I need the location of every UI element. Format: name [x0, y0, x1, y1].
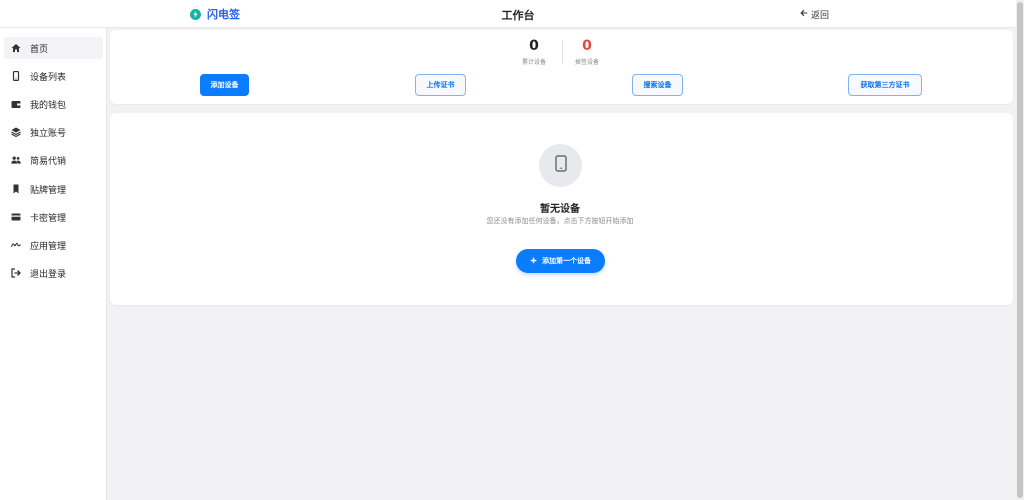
sidebar-item-label: 首页 — [30, 44, 49, 55]
add-first-device-label: 添加第一个设备 — [542, 257, 591, 265]
page-title: 工作台 — [501, 9, 535, 22]
home-icon — [11, 43, 21, 53]
sidebar-item-label: 贴牌管理 — [30, 185, 67, 196]
layers-icon — [11, 127, 21, 137]
add-first-device-button[interactable]: 添加第一个设备 — [516, 249, 605, 273]
search-device-button[interactable]: 搜索设备 — [632, 74, 683, 96]
arrow-left-icon — [800, 9, 808, 20]
empty-state-description: 您还没有添加任何设备，点击下方按钮开始添加 — [486, 217, 634, 225]
phone-icon — [11, 71, 21, 81]
total-devices-count: 0 — [529, 38, 539, 54]
sidebar-item-label: 简易代销 — [30, 156, 67, 167]
top-header: 闪电签 工作台 返回 — [0, 0, 1016, 28]
sidebar-item-resale[interactable]: 简易代销 — [4, 149, 103, 171]
sidebar-item-accounts[interactable]: 独立账号 — [4, 121, 103, 143]
empty-device-illustration — [539, 144, 582, 187]
stats-card: 0 累计设备 0 掉签设备 添加设备 上传证书 搜索设备 获取第三方证书 — [110, 30, 1013, 104]
sidebar-item-wallet[interactable]: 我的钱包 — [4, 93, 103, 115]
sidebar-item-label: 应用管理 — [30, 241, 67, 252]
sidebar-item-apps[interactable]: 应用管理 — [4, 234, 103, 256]
card-icon — [11, 212, 21, 222]
dropped-devices-stat: 0 掉签设备 — [557, 38, 617, 66]
sidebar-item-label: 卡密管理 — [30, 213, 67, 224]
brand[interactable]: 闪电签 — [190, 7, 240, 21]
logout-icon — [11, 268, 21, 278]
dropped-devices-label: 掉签设备 — [574, 59, 599, 66]
lightning-icon — [190, 8, 201, 20]
sidebar-item-devices[interactable]: 设备列表 — [4, 65, 103, 87]
signature-icon — [11, 240, 21, 250]
total-devices-label: 累计设备 — [521, 59, 546, 66]
sidebar-item-logout[interactable]: 退出登录 — [4, 262, 103, 284]
empty-state-title: 暂无设备 — [540, 204, 580, 215]
phone-icon — [554, 155, 567, 176]
brand-name: 闪电签 — [207, 8, 240, 21]
empty-state-card: 暂无设备 您还没有添加任何设备，点击下方按钮开始添加 添加第一个设备 — [110, 113, 1013, 305]
sidebar-item-label: 我的钱包 — [30, 100, 67, 111]
sidebar-item-label: 退出登录 — [30, 269, 67, 280]
back-button[interactable]: 返回 — [800, 8, 829, 21]
third-party-cert-button[interactable]: 获取第三方证书 — [848, 74, 922, 96]
sidebar-item-cardkeys[interactable]: 卡密管理 — [4, 206, 103, 228]
dropped-devices-count: 0 — [582, 38, 592, 54]
sidebar-item-branding[interactable]: 贴牌管理 — [4, 178, 103, 200]
sidebar-item-label: 设备列表 — [30, 72, 67, 83]
add-device-button[interactable]: 添加设备 — [200, 74, 249, 96]
sidebar-item-label: 独立账号 — [30, 128, 67, 139]
plus-icon — [530, 257, 537, 266]
bookmark-icon — [11, 184, 21, 194]
users-icon — [11, 155, 21, 165]
page-scrollbar[interactable] — [1016, 0, 1024, 500]
back-label: 返回 — [811, 11, 830, 21]
scrollbar-thumb[interactable] — [1017, 2, 1023, 498]
sidebar: 首页 设备列表 我的钱包 独立账号 简易代销 贴牌管理 卡密管理 应用管理 退出… — [0, 28, 107, 500]
total-devices-stat: 0 累计设备 — [504, 38, 564, 66]
sidebar-item-home[interactable]: 首页 — [4, 37, 103, 59]
wallet-icon — [11, 99, 21, 109]
upload-cert-button[interactable]: 上传证书 — [415, 74, 466, 96]
